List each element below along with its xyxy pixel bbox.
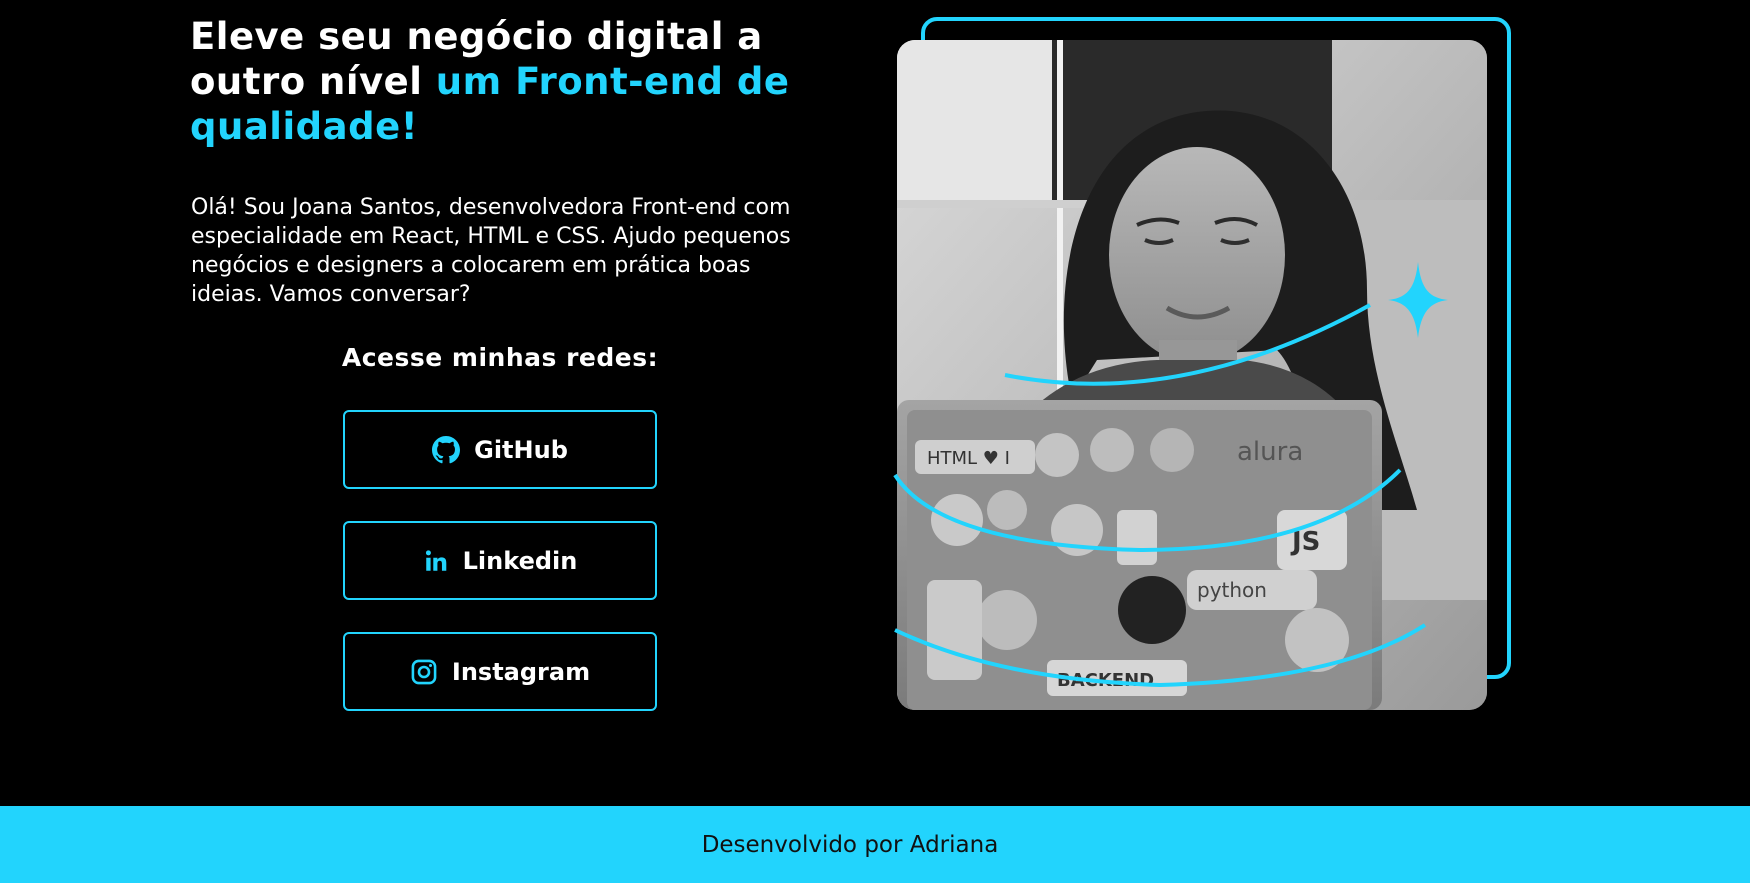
sticker-python: python <box>1197 578 1267 602</box>
linkedin-label: Linkedin <box>462 546 578 575</box>
sticker-js: JS <box>1290 527 1320 557</box>
instagram-icon <box>410 658 438 686</box>
hero-intro: Olá! Sou Joana Santos, desenvolvedora Fr… <box>191 195 791 307</box>
sticker-alura: alura <box>1237 437 1303 467</box>
instagram-button[interactable]: Instagram <box>343 632 657 711</box>
sticker-backend: BACKEND <box>1057 670 1154 691</box>
linkedin-button[interactable]: Linkedin <box>343 521 657 600</box>
socials-title: Acesse minhas redes: <box>341 343 659 372</box>
github-icon <box>432 435 461 464</box>
footer: Desenvolvido por Adriana <box>0 806 1750 883</box>
sticker-html: HTML ♥ I <box>927 448 1010 469</box>
profile-photo: HTML ♥ I alura JS python BACKEND <box>897 40 1487 710</box>
github-button[interactable]: GitHub <box>343 410 657 489</box>
github-label: GitHub <box>474 435 568 464</box>
footer-credit: Desenvolvido por Adriana <box>701 831 999 858</box>
instagram-label: Instagram <box>451 657 591 686</box>
linkedin-icon <box>423 548 449 574</box>
hero-headline: Eleve seu negócio digital a outro nível … <box>190 14 810 149</box>
profile-photo-illustration: HTML ♥ I alura JS python BACKEND <box>897 40 1487 710</box>
